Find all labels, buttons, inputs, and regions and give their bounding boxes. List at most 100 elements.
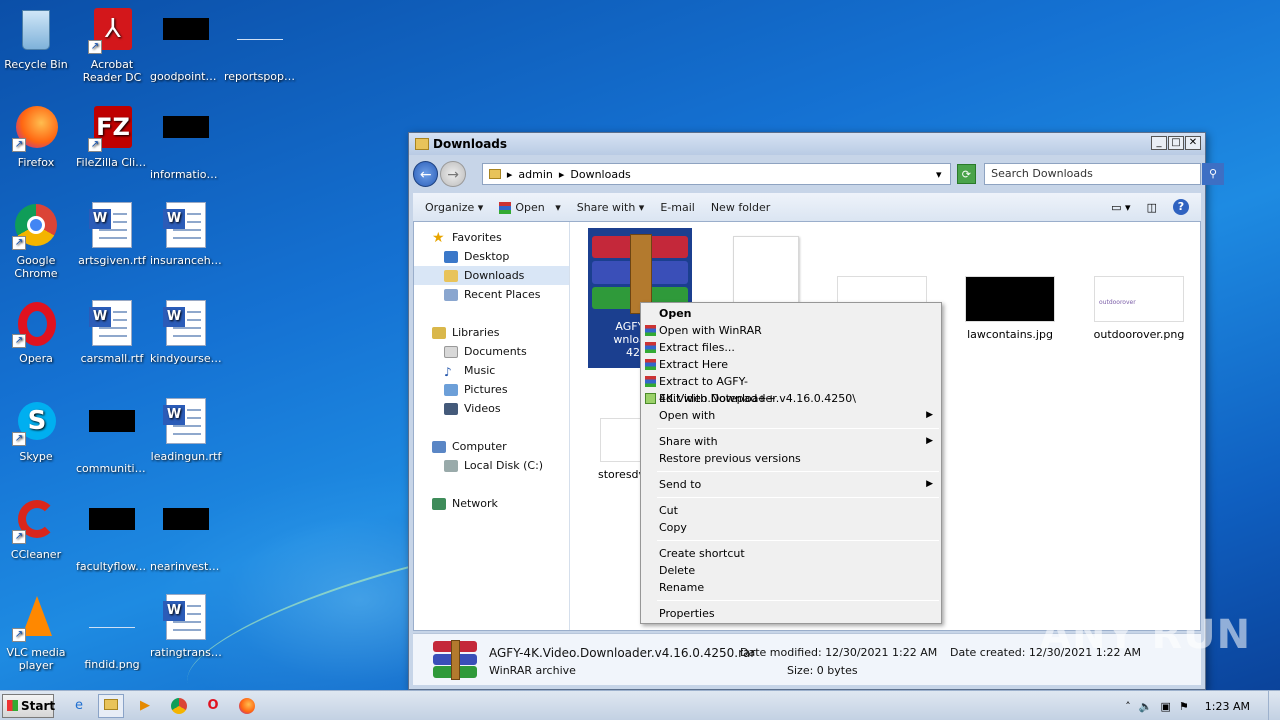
explorer-taskbar-icon[interactable] — [98, 694, 124, 718]
breadcrumb-admin[interactable]: admin — [518, 168, 552, 181]
firefox-taskbar-icon[interactable] — [234, 694, 260, 718]
menu-extract-to[interactable]: Extract to AGFY-4K.Video.Downloader.v4.1… — [643, 373, 939, 405]
desktop-icon-nearinvestm[interactable]: nearinvestm... — [148, 496, 224, 573]
menu-delete[interactable]: Delete — [643, 562, 939, 579]
desktop-icon-skype[interactable]: S ↗ Skype — [0, 398, 74, 463]
desktop-icon-label: insuranceh e... — [150, 254, 224, 267]
nav-recent-places[interactable]: Recent Places — [414, 285, 569, 304]
close-button[interactable]: ✕ — [1185, 136, 1201, 150]
menu-open-with[interactable]: Open with ▶ — [643, 407, 939, 424]
network-tray-icon[interactable]: ▣ — [1161, 700, 1171, 713]
desktop-icon-label: Skype — [19, 450, 53, 463]
nav-libraries[interactable]: Libraries — [414, 323, 569, 342]
desktop-icon-firefox[interactable]: ↗ Firefox — [0, 104, 74, 169]
refresh-icon[interactable]: ⟳ — [956, 164, 977, 184]
desktop-icon-facultyflow[interactable]: facultyflow.... — [74, 496, 150, 573]
menu-copy[interactable]: Copy — [643, 519, 939, 536]
opera-taskbar-icon[interactable]: O — [200, 694, 226, 718]
desktop-icon-carsmall[interactable]: W carsmall.rtf — [74, 300, 150, 365]
desktop-icon-opera[interactable]: ↗ Opera — [0, 300, 74, 365]
menu-edit-notepadpp[interactable]: Edit with Notepad++ — [643, 390, 939, 407]
desktop-icon-goodpoints[interactable]: goodpoints.... — [148, 6, 224, 83]
desktop-icon-label: communitie... — [76, 462, 150, 475]
menu-cut[interactable]: Cut — [643, 502, 939, 519]
breadcrumb-arrow-icon[interactable]: ▸ — [507, 168, 513, 181]
email-button[interactable]: E-mail — [660, 201, 695, 214]
menu-send-to[interactable]: Send to ▶ — [643, 476, 939, 493]
search-icon[interactable]: ⚲ — [1201, 163, 1224, 185]
submenu-arrow-icon: ▶ — [926, 479, 933, 489]
nav-desktop[interactable]: Desktop — [414, 247, 569, 266]
menu-create-shortcut[interactable]: Create shortcut — [643, 545, 939, 562]
minimize-button[interactable]: _ — [1151, 136, 1167, 150]
nav-music[interactable]: ♪ Music — [414, 361, 569, 380]
menu-rename[interactable]: Rename — [643, 579, 939, 596]
desktop-icon-kindyourself[interactable]: W kindyourself... — [148, 300, 224, 365]
nav-pictures[interactable]: Pictures — [414, 380, 569, 399]
flag-icon[interactable]: ⚑ — [1179, 700, 1189, 713]
menu-open[interactable]: Open — [643, 305, 939, 322]
desktop-icon-filezilla[interactable]: FZ ↗ FileZilla Client — [74, 104, 150, 169]
file-item-lawcontains[interactable]: lawcontains.jpg — [958, 276, 1062, 341]
desktop-icon-ccleaner[interactable]: ↗ CCleaner — [0, 496, 74, 561]
menu-extract-files[interactable]: Extract files... — [643, 339, 939, 356]
nav-network[interactable]: Network — [414, 494, 569, 513]
desktop-icon-label: FileZilla Client — [76, 156, 150, 169]
new-folder-button[interactable]: New folder — [711, 201, 770, 214]
help-icon[interactable]: ? — [1173, 199, 1189, 215]
media-player-icon[interactable]: ▶ — [132, 694, 158, 718]
desktop-icon-insurancehe[interactable]: W insuranceh e... — [148, 202, 224, 267]
show-desktop-button[interactable] — [1268, 691, 1280, 720]
menu-share-with[interactable]: Share with ▶ — [643, 433, 939, 450]
clock[interactable]: 1:23 AM — [1205, 700, 1250, 713]
desktop-icon-label: VLC media player — [6, 646, 66, 672]
nav-favorites[interactable]: ★ Favorites — [414, 228, 569, 247]
nav-videos[interactable]: Videos — [414, 399, 569, 418]
desktop-icon-reportspopu[interactable]: reportspopu... — [222, 6, 298, 83]
menu-restore-previous-versions[interactable]: Restore previous versions — [643, 450, 939, 467]
desktop-icon-leadingun[interactable]: W leadingun.rtf — [148, 398, 224, 463]
context-menu: Open Open with WinRAR Extract files... E… — [640, 302, 942, 624]
desktop-icon-chrome[interactable]: ↗ Google Chrome — [0, 202, 74, 280]
chrome-taskbar-icon[interactable] — [166, 694, 192, 718]
internet-explorer-icon[interactable]: e — [66, 694, 92, 718]
forward-arrow-icon[interactable]: → — [440, 161, 466, 187]
menu-properties[interactable]: Properties — [643, 605, 939, 622]
address-bar[interactable]: ▸ admin ▸ Downloads ▾ — [481, 163, 951, 185]
desktop-icon-vlc[interactable]: ↗ VLC media player — [0, 594, 74, 672]
share-with-button[interactable]: Share with ▾ — [577, 201, 645, 214]
desktop-icon-artsgiven[interactable]: W artsgiven.rtf — [74, 202, 150, 267]
submenu-arrow-icon: ▶ — [926, 410, 933, 420]
chevron-down-icon[interactable]: ▾ — [936, 168, 942, 181]
view-options-icon[interactable]: ▭ ▾ — [1111, 201, 1130, 214]
open-button[interactable]: Open ▾ — [499, 201, 561, 214]
window-titlebar[interactable]: Downloads — [409, 133, 1205, 155]
start-button[interactable]: Start — [2, 694, 55, 718]
menu-extract-here[interactable]: Extract Here — [643, 356, 939, 373]
organize-button[interactable]: Organize ▾ — [425, 201, 483, 214]
breadcrumb-downloads[interactable]: Downloads — [570, 168, 630, 181]
desktop-icon-ratingtransf[interactable]: W ratingtransf... — [148, 594, 224, 659]
nav-computer[interactable]: Computer — [414, 437, 569, 456]
desktop-icon-recycle-bin[interactable]: Recycle Bin — [0, 6, 74, 71]
nav-documents[interactable]: Documents — [414, 342, 569, 361]
desktop-icon-acrobat[interactable]: ⅄ ↗ Acrobat Reader DC — [74, 6, 150, 84]
desktop-icon-findid[interactable]: findid.png — [74, 594, 150, 671]
search-input[interactable]: Search Downloads ⚲ — [984, 163, 1224, 185]
command-bar: Organize ▾ Open ▾ Share with ▾ E-mail Ne… — [413, 193, 1201, 221]
computer-icon — [432, 440, 446, 453]
show-hidden-icons-icon[interactable]: ˄ — [1125, 700, 1131, 713]
preview-pane-icon[interactable]: ◫ — [1147, 201, 1157, 214]
breadcrumb-arrow-icon[interactable]: ▸ — [559, 168, 565, 181]
maximize-button[interactable]: □ — [1168, 136, 1184, 150]
volume-icon[interactable]: 🔈 — [1139, 700, 1153, 713]
back-arrow-icon[interactable]: ← — [413, 161, 439, 187]
desktop-icon — [444, 250, 458, 263]
nav-local-disk[interactable]: Local Disk (C:) — [414, 456, 569, 475]
word-document-icon: W — [88, 300, 136, 348]
nav-downloads[interactable]: Downloads — [414, 266, 569, 285]
desktop-icon-information[interactable]: information.... — [148, 104, 224, 181]
desktop-icon-communitie[interactable]: communitie... — [74, 398, 150, 475]
file-item-outdoorover[interactable]: outdoorover outdoorover.png — [1078, 276, 1200, 341]
menu-open-with-winrar[interactable]: Open with WinRAR — [643, 322, 939, 339]
